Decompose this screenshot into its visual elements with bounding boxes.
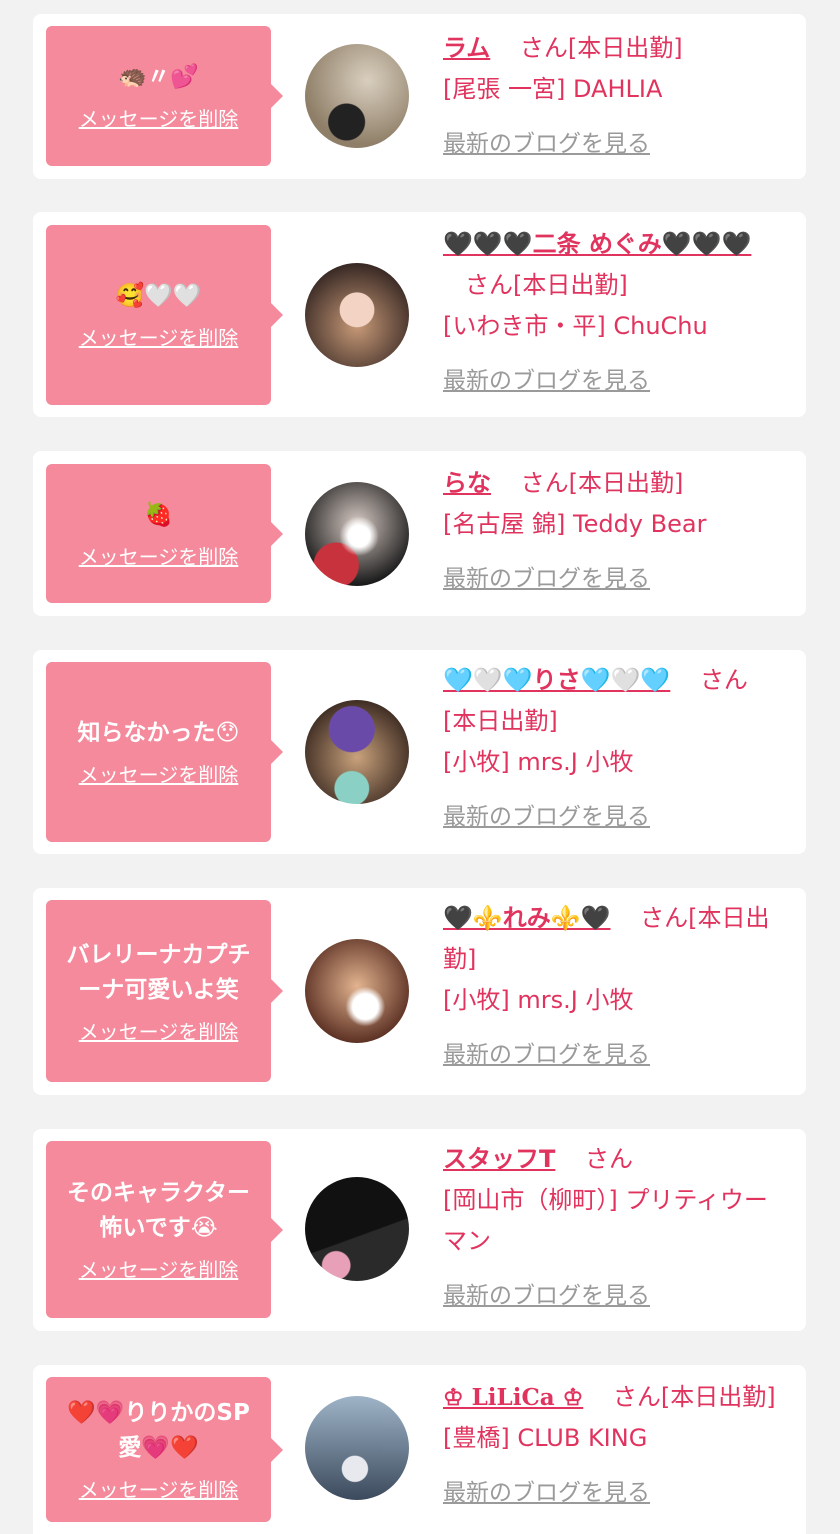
- latest-blog-link[interactable]: 最新のブログを見る: [443, 361, 791, 402]
- message-text: ❤️💗りりかのSP愛💗❤️: [67, 1400, 250, 1461]
- status-badge: [本日出勤]: [443, 707, 558, 735]
- message-text: 🥰🤍🤍: [115, 283, 202, 309]
- cast-name-link[interactable]: 🖤⚜️れみ⚜️🖤: [443, 904, 611, 932]
- avatar[interactable]: [305, 1177, 409, 1281]
- latest-blog-link[interactable]: 最新のブログを見る: [443, 559, 791, 600]
- cast-info: らな さん[本日出勤] [名古屋 錦] Teddy Bear 最新のブログを見る: [443, 463, 791, 600]
- avatar[interactable]: [305, 263, 409, 367]
- delete-message-link[interactable]: メッセージを削除: [79, 1016, 239, 1045]
- delete-message-link[interactable]: メッセージを削除: [79, 103, 239, 132]
- message-text: 🍓: [144, 501, 173, 528]
- list-item: 🥰🤍🤍 メッセージを削除 🖤🖤🖤二条 めぐみ🖤🖤🖤 さん[本日出勤] [いわき市…: [33, 212, 806, 417]
- shop-area: [いわき市・平] ChuChu: [443, 312, 708, 340]
- avatar[interactable]: [305, 700, 409, 804]
- status-badge: [本日出勤]: [567, 34, 683, 62]
- delete-message-link[interactable]: メッセージを削除: [79, 1474, 239, 1503]
- list-item: そのキャラクター怖いです😭 メッセージを削除 スタッフT さん [岡山市（柳町）…: [33, 1129, 806, 1331]
- status-badge: [本日出勤]: [568, 469, 684, 497]
- message-bubble: そのキャラクター怖いです😭 メッセージを削除: [46, 1141, 283, 1318]
- cast-info: 🩵🤍🩵りさ🩵🤍🩵 さん [本日出勤] [小牧] mrs.J 小牧 最新のブログを見…: [443, 660, 791, 838]
- delete-message-link[interactable]: メッセージを削除: [79, 322, 239, 351]
- cast-name-link[interactable]: ラム: [443, 34, 490, 62]
- message-bubble: ❤️💗りりかのSP愛💗❤️ メッセージを削除: [46, 1377, 283, 1522]
- honorific: さん: [640, 904, 689, 932]
- name-line: 🖤⚜️れみ⚜️🖤 さん[本日出勤]: [443, 898, 791, 980]
- list-item: ❤️💗りりかのSP愛💗❤️ メッセージを削除 ♔ LiLiCa ♔ さん[本日出…: [33, 1365, 806, 1534]
- latest-blog-link[interactable]: 最新のブログを見る: [443, 1276, 791, 1317]
- shop-area: [豊橋] CLUB KING: [443, 1424, 648, 1452]
- honorific: さん: [699, 666, 748, 694]
- latest-blog-link[interactable]: 最新のブログを見る: [443, 1473, 791, 1514]
- list-item: 知らなかった😯 メッセージを削除 🩵🤍🩵りさ🩵🤍🩵 さん [本日出勤] [小牧] …: [33, 650, 806, 854]
- delete-message-link[interactable]: メッセージを削除: [79, 759, 239, 788]
- list-item: 🦔〃💕 メッセージを削除 ラム さん[本日出勤] [尾張 一宮] DAHLIA …: [33, 14, 806, 179]
- message-text: バレリーナカプチーナ可愛いよ笑: [66, 941, 251, 1003]
- cast-info: ラム さん[本日出勤] [尾張 一宮] DAHLIA 最新のブログを見る: [443, 28, 791, 165]
- message-text: そのキャラクター怖いです😭: [66, 1180, 251, 1241]
- name-line: ラム さん[本日出勤]: [443, 28, 791, 69]
- cast-info: ♔ LiLiCa ♔ さん[本日出勤] [豊橋] CLUB KING 最新のブロ…: [443, 1377, 791, 1514]
- cast-name-link[interactable]: らな: [443, 469, 491, 497]
- cast-info: 🖤⚜️れみ⚜️🖤 さん[本日出勤] [小牧] mrs.J 小牧 最新のブログを見…: [443, 898, 791, 1076]
- cast-name-link[interactable]: 🩵🤍🩵りさ🩵🤍🩵: [443, 666, 670, 694]
- honorific: さん: [519, 34, 568, 62]
- name-line: ♔ LiLiCa ♔ さん[本日出勤]: [443, 1377, 791, 1418]
- message-text: 知らなかった😯: [77, 720, 240, 746]
- cast-name-link[interactable]: 🖤🖤🖤二条 めぐみ🖤🖤🖤: [443, 230, 751, 258]
- list-item: バレリーナカプチーナ可愛いよ笑 メッセージを削除 🖤⚜️れみ⚜️🖤 さん[本日出…: [33, 888, 806, 1095]
- cast-name-link[interactable]: ♔ LiLiCa ♔: [443, 1384, 583, 1411]
- message-list: 🦔〃💕 メッセージを削除 ラム さん[本日出勤] [尾張 一宮] DAHLIA …: [0, 0, 840, 1534]
- latest-blog-link[interactable]: 最新のブログを見る: [443, 124, 791, 165]
- shop-area: [名古屋 錦] Teddy Bear: [443, 510, 707, 538]
- status-badge: [本日出勤]: [660, 1383, 776, 1411]
- cast-info: 🖤🖤🖤二条 めぐみ🖤🖤🖤 さん[本日出勤] [いわき市・平] ChuChu 最新…: [443, 224, 791, 402]
- honorific: さん: [520, 469, 569, 497]
- delete-message-link[interactable]: メッセージを削除: [79, 1254, 239, 1283]
- shop-area: [尾張 一宮] DAHLIA: [443, 75, 663, 103]
- honorific: さん: [612, 1383, 661, 1411]
- cast-info: スタッフT さん [岡山市（柳町）] プリティウーマン 最新のブログを見る: [443, 1139, 791, 1317]
- cast-name-link[interactable]: スタッフT: [443, 1145, 555, 1173]
- name-line: 🖤🖤🖤二条 めぐみ🖤🖤🖤 さん[本日出勤]: [443, 224, 791, 306]
- latest-blog-link[interactable]: 最新のブログを見る: [443, 797, 791, 838]
- latest-blog-link[interactable]: 最新のブログを見る: [443, 1035, 791, 1076]
- honorific: さん: [465, 271, 513, 299]
- avatar[interactable]: [305, 1396, 409, 1500]
- message-bubble: バレリーナカプチーナ可愛いよ笑 メッセージを削除: [46, 900, 283, 1082]
- list-item: 🍓 メッセージを削除 らな さん[本日出勤] [名古屋 錦] Teddy Bea…: [33, 451, 806, 616]
- shop-area: [岡山市（柳町）] プリティウーマン: [443, 1186, 768, 1255]
- delete-message-link[interactable]: メッセージを削除: [79, 541, 239, 570]
- status-badge: [本日出勤]: [513, 271, 628, 299]
- message-bubble: 🥰🤍🤍 メッセージを削除: [46, 225, 283, 405]
- shop-area: [小牧] mrs.J 小牧: [443, 986, 634, 1014]
- avatar[interactable]: [305, 939, 409, 1043]
- avatar[interactable]: [305, 482, 409, 586]
- shop-area: [小牧] mrs.J 小牧: [443, 748, 634, 776]
- honorific: さん: [585, 1145, 634, 1173]
- message-bubble: 🍓 メッセージを削除: [46, 464, 283, 603]
- message-bubble: 知らなかった😯 メッセージを削除: [46, 662, 283, 842]
- name-line: スタッフT さん: [443, 1139, 791, 1180]
- avatar[interactable]: [305, 44, 409, 148]
- name-line: 🩵🤍🩵りさ🩵🤍🩵 さん [本日出勤]: [443, 660, 791, 742]
- message-text: 🦔〃💕: [118, 64, 199, 90]
- name-line: らな さん[本日出勤]: [443, 463, 791, 504]
- message-bubble: 🦔〃💕 メッセージを削除: [46, 26, 283, 166]
